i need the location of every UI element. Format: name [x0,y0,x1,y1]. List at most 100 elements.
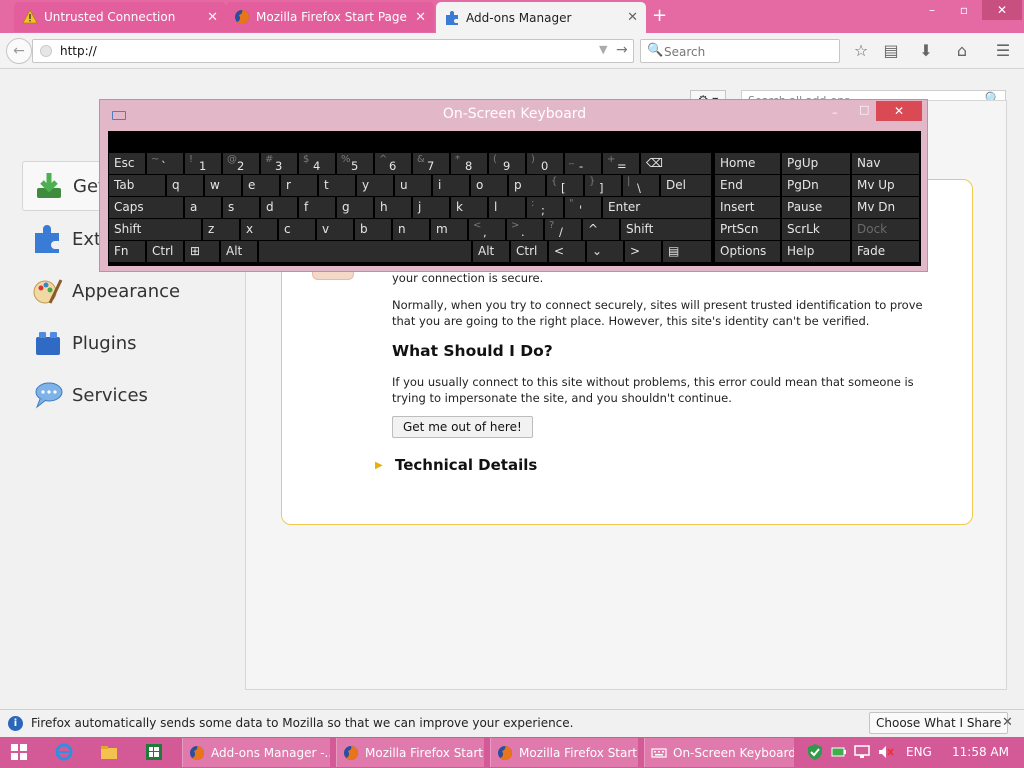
tab-close-icon[interactable]: ✕ [415,10,426,25]
osk-key[interactable]: Esc [109,153,145,174]
osk-key[interactable]: y [357,175,393,196]
osk-key[interactable]: < [549,241,585,262]
home-icon[interactable]: ⌂ [952,41,972,60]
notification-close-icon[interactable]: ✕ [1002,715,1013,730]
osk-key[interactable]: }] [585,175,621,196]
search-input[interactable]: Search [664,45,705,59]
go-arrow-icon[interactable]: → [616,42,628,58]
osk-key[interactable]: {[ [547,175,583,196]
osk-nav-key[interactable]: Options [715,241,780,262]
osk-nav-key[interactable]: Pause [782,197,850,218]
osk-key[interactable]: > [625,241,661,262]
osk-key[interactable]: ▤ [663,241,711,262]
osk-key[interactable]: + = [603,153,639,174]
category-plugins[interactable]: Plugins [22,318,244,368]
taskbar-on-screen-keyboard[interactable]: On-Screen Keyboard [644,738,794,767]
tab-addons-manager[interactable]: Add-ons Manager ✕ [436,2,646,33]
osk-key[interactable]: " ' [565,197,601,218]
tab-untrusted-connection[interactable]: Untrusted Connection ✕ [14,2,226,32]
osk-key[interactable]: Ctrl [147,241,183,262]
osk-nav-key[interactable]: Mv Up [852,175,919,196]
osk-key[interactable]: Shift [109,219,201,240]
osk-key[interactable] [259,241,471,262]
osk-key[interactable]: Del [661,175,711,196]
osk-key[interactable]: ^ 6 [375,153,411,174]
osk-key[interactable]: n [393,219,429,240]
tab-firefox-start[interactable]: Mozilla Firefox Start Page ✕ [226,2,434,32]
close-window-button[interactable]: ✕ [982,0,1022,20]
osk-key[interactable]: h [375,197,411,218]
technical-details-toggle[interactable]: Technical Details [395,456,537,474]
osk-key[interactable]: ! 1 [185,153,221,174]
internet-explorer-icon[interactable] [55,743,73,761]
osk-key[interactable]: t [319,175,355,196]
osk-key[interactable]: Alt [221,241,257,262]
osk-nav-key[interactable]: ScrLk [782,219,850,240]
volume-muted-icon[interactable] [877,743,895,761]
osk-key[interactable]: & 7 [413,153,449,174]
osk-key[interactable]: :; [527,197,563,218]
osk-key[interactable]: Fn [109,241,145,262]
osk-key[interactable]: o [471,175,507,196]
osk-key[interactable]: c [279,219,315,240]
osk-key[interactable]: Ctrl [511,241,547,262]
osk-key[interactable]: p [509,175,545,196]
osk-key[interactable]: | \ [623,175,659,196]
osk-key[interactable]: Shift [621,219,711,240]
osk-key[interactable]: #3 [261,153,297,174]
osk-nav-key[interactable]: Home [715,153,780,174]
on-screen-keyboard-window[interactable]: On-Screen Keyboard – □ ✕ Esc ~ `! 1 @2 #3 $4% 5… [99,99,928,272]
osk-key[interactable]: l [489,197,525,218]
osk-key[interactable]: @2 [223,153,259,174]
new-tab-button[interactable]: + [652,6,667,26]
category-appearance[interactable]: Appearance [22,266,244,316]
osk-key[interactable]: Caps [109,197,183,218]
osk-key[interactable]: u [395,175,431,196]
tab-close-icon[interactable]: ✕ [627,10,638,25]
osk-key[interactable]: ⌫ [641,153,711,174]
file-explorer-icon[interactable] [100,743,118,761]
osk-key[interactable]: ⊞ [185,241,219,262]
osk-key[interactable]: v [317,219,353,240]
osk-nav-key[interactable]: Help [782,241,850,262]
get-me-out-button[interactable]: Get me out of here! [392,416,533,438]
osk-key[interactable]: z [203,219,239,240]
osk-key[interactable]: k [451,197,487,218]
menu-icon[interactable]: ☰ [993,41,1013,60]
osk-key[interactable]: ) 0 [527,153,563,174]
osk-key[interactable]: a [185,197,221,218]
language-indicator[interactable]: ENG [906,745,932,759]
windows-start-icon[interactable] [10,743,28,761]
osk-key[interactable]: m [431,219,467,240]
back-button[interactable]: ← [6,38,32,64]
osk-maximize-button[interactable]: □ [859,103,869,116]
osk-key[interactable]: <, [469,219,505,240]
network-icon[interactable] [853,743,871,761]
osk-nav-key[interactable]: Dock [852,219,919,240]
osk-key[interactable]: ^ [583,219,619,240]
url-dropdown-icon[interactable]: ▼ [599,43,607,56]
osk-key[interactable]: d [261,197,297,218]
osk-key[interactable]: s [223,197,259,218]
bookmark-star-icon[interactable]: ☆ [851,41,871,60]
osk-nav-key[interactable]: PgUp [782,153,850,174]
battery-icon[interactable] [830,743,848,761]
osk-minimize-button[interactable]: – [832,106,838,119]
osk-key[interactable]: % 5 [337,153,373,174]
osk-key[interactable]: ~ ` [147,153,183,174]
osk-key[interactable]: Alt [473,241,509,262]
osk-nav-key[interactable]: Nav [852,153,919,174]
taskbar-addons-manager[interactable]: Add-ons Manager -... [182,738,330,767]
osk-key[interactable]: j [413,197,449,218]
osk-key[interactable]: ? / [545,219,581,240]
osk-key[interactable]: e [243,175,279,196]
minimize-button[interactable]: – [918,0,946,20]
maximize-button[interactable]: ▫ [950,0,978,20]
url-bar[interactable]: http:// ▼ → [32,39,634,63]
osk-key[interactable]: $4 [299,153,335,174]
category-services[interactable]: Services [22,370,244,420]
downloads-icon[interactable]: ⬇ [916,41,936,60]
osk-key[interactable]: (9 [489,153,525,174]
osk-key[interactable]: Enter [603,197,711,218]
url-text[interactable]: http:// [60,44,97,58]
